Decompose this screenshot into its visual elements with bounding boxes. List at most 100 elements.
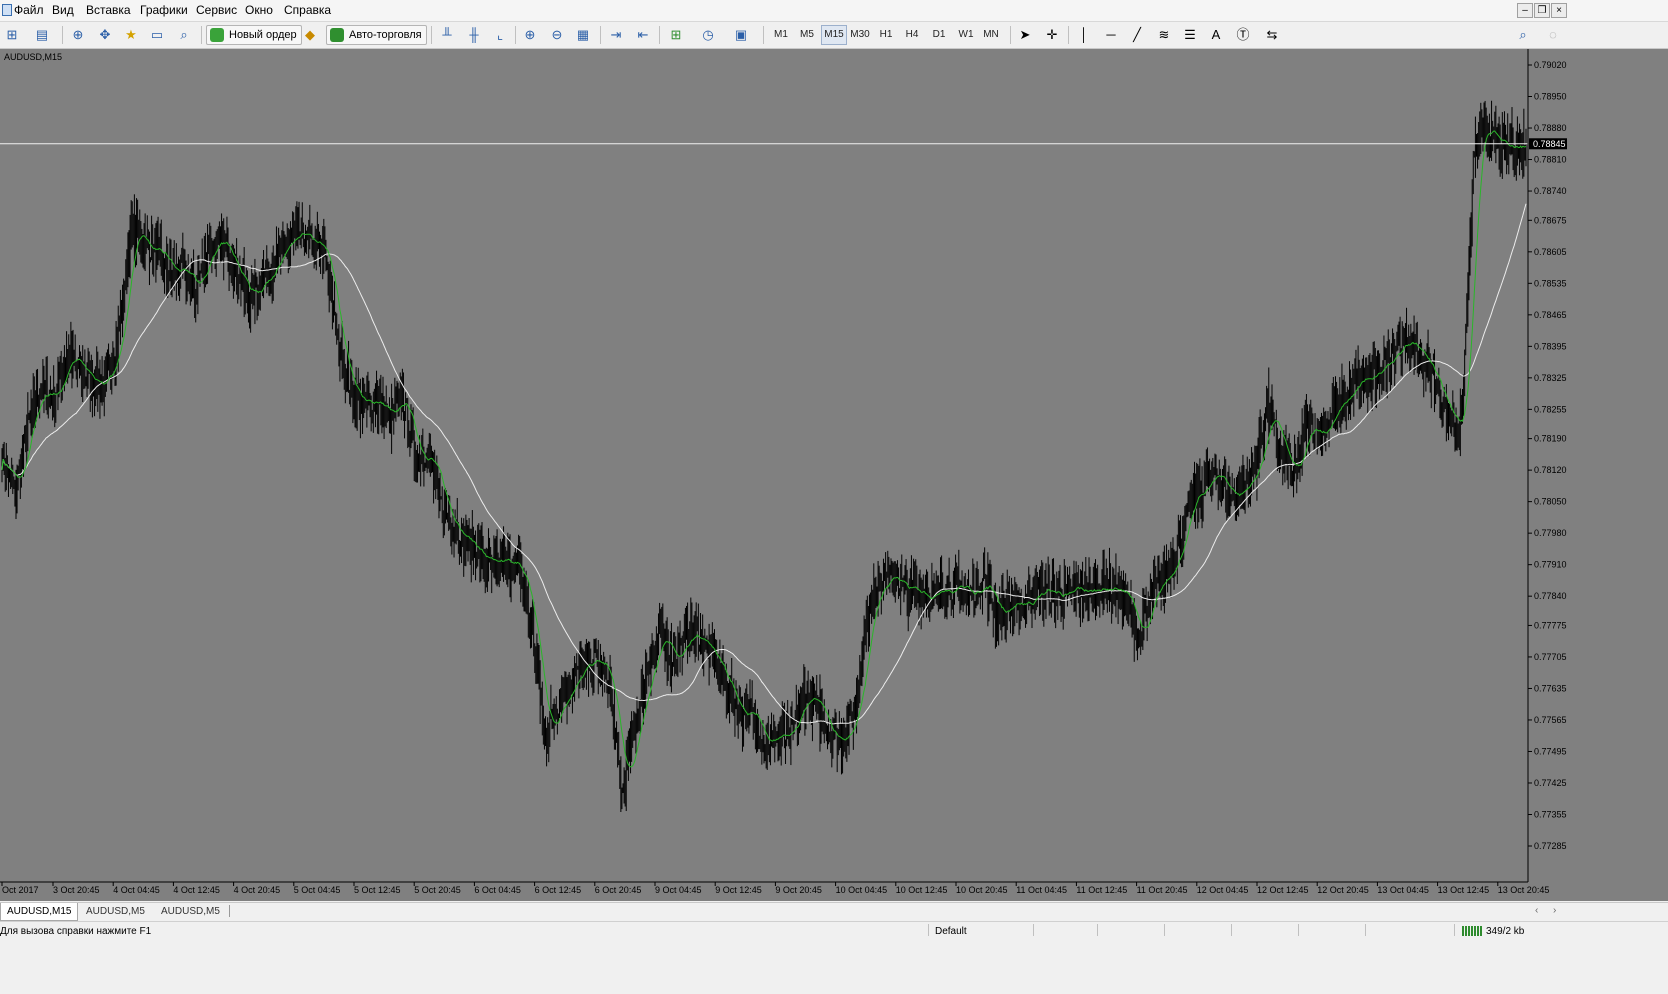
- x-tick-label: 5 Oct 20:45: [414, 885, 461, 895]
- search-icon[interactable]: ⌕: [1513, 25, 1533, 45]
- timeframe-h1[interactable]: H1: [874, 25, 898, 45]
- y-tick-label: 0.78050: [1534, 497, 1567, 507]
- terminal-icon[interactable]: ▭: [147, 25, 167, 45]
- line-chart-icon[interactable]: ⌞: [490, 25, 510, 45]
- x-tick-label: 13 Oct 12:45: [1438, 885, 1490, 895]
- tab-audusd-m5-2[interactable]: AUDUSD,M5: [155, 903, 226, 920]
- timeframe-m15[interactable]: M15: [821, 25, 847, 45]
- x-tick-label: 10 Oct 12:45: [896, 885, 948, 895]
- x-tick-label: 9 Oct 04:45: [655, 885, 702, 895]
- x-tick-label: 9 Oct 20:45: [775, 885, 822, 895]
- y-tick-label: 0.77635: [1534, 683, 1567, 693]
- y-tick-label: 0.77355: [1534, 809, 1567, 819]
- metaeditor-icon[interactable]: ◆: [300, 25, 320, 45]
- candlestick-icon[interactable]: ╫: [464, 25, 484, 45]
- app-icon: [2, 4, 12, 16]
- timeframe-m5[interactable]: M5: [795, 25, 819, 45]
- timeframe-h4[interactable]: H4: [900, 25, 924, 45]
- menu-file[interactable]: Файл: [14, 3, 44, 17]
- x-tick-label: 5 Oct 12:45: [354, 885, 401, 895]
- y-tick-label: 0.79020: [1534, 60, 1567, 70]
- minimize-button[interactable]: –: [1517, 3, 1533, 18]
- x-tick-label: Oct 2017: [2, 885, 39, 895]
- text-label-icon[interactable]: Ⓣ: [1233, 25, 1253, 45]
- toolbar: ⊞ ▤ ⊕ ✥ ★ ▭ ⌕ Новый ордер ◆ Авто-торговл…: [0, 22, 1668, 49]
- tab-audusd-m5[interactable]: AUDUSD,M5: [80, 903, 151, 920]
- periods-icon[interactable]: ◷: [698, 25, 718, 45]
- chart-window[interactable]: AUDUSD,M15 0.79020 0.78950 0.78880 0.78810 0…: [0, 49, 1668, 901]
- strategy-tester-icon[interactable]: ⌕: [174, 25, 194, 45]
- autotrading-icon: [330, 28, 344, 42]
- crosshair-icon[interactable]: ✛: [1042, 25, 1062, 45]
- bar-chart-icon[interactable]: ╨: [437, 25, 457, 45]
- menu-help[interactable]: Справка: [284, 3, 331, 17]
- x-tick-label: 12 Oct 04:45: [1197, 885, 1249, 895]
- timeframe-d1[interactable]: D1: [927, 25, 951, 45]
- indicators-icon[interactable]: ⊞: [666, 25, 686, 45]
- timeframe-w1[interactable]: W1: [954, 25, 978, 45]
- text-icon[interactable]: A: [1206, 25, 1226, 45]
- price-chart[interactable]: 0.79020 0.78950 0.78880 0.78810 0.78740 0.786…: [0, 49, 1668, 901]
- y-tick-label: 0.77980: [1534, 528, 1567, 538]
- current-price-value: 0.78845: [1533, 139, 1566, 149]
- auto-scroll-icon[interactable]: ⇥: [606, 25, 626, 45]
- y-tick-label: 0.78740: [1534, 186, 1567, 196]
- fibonacci-icon[interactable]: ☰: [1180, 25, 1200, 45]
- data-window-icon[interactable]: ✥: [95, 25, 115, 45]
- chart-tabs: AUDUSD,M15 AUDUSD,M5 AUDUSD,M5 ‹ ›: [0, 902, 1668, 921]
- autotrading-button[interactable]: Авто-торговля: [326, 25, 427, 45]
- x-tick-label: 5 Oct 04:45: [294, 885, 341, 895]
- x-tick-label: 10 Oct 04:45: [836, 885, 888, 895]
- chart-shift-icon[interactable]: ⇤: [633, 25, 653, 45]
- x-tick-label: 11 Oct 20:45: [1137, 885, 1188, 895]
- y-tick-label: 0.78810: [1534, 155, 1567, 165]
- cursor-icon[interactable]: ➤: [1015, 25, 1035, 45]
- tab-separator: [229, 905, 230, 917]
- tab-scroll-right-icon[interactable]: ›: [1553, 905, 1556, 916]
- connection-status-icon: [1462, 926, 1482, 936]
- horizontal-line-icon[interactable]: ─: [1101, 25, 1121, 45]
- menu-charts[interactable]: Графики: [140, 3, 188, 17]
- status-bar: Для вызова справки нажмите F1 Default 34…: [0, 921, 1668, 994]
- x-tick-label: 4 Oct 04:45: [113, 885, 160, 895]
- trendline-icon[interactable]: ╱: [1127, 25, 1147, 45]
- y-tick-label: 0.78255: [1534, 404, 1567, 414]
- profiles-icon[interactable]: ▤: [32, 25, 52, 45]
- templates-icon[interactable]: ▣: [731, 25, 751, 45]
- timeframe-m30[interactable]: M30: [848, 25, 872, 45]
- arrows-icon[interactable]: ⇆: [1262, 25, 1282, 45]
- menu-bar: Файл Вид Вставка Графики Сервис Окно Спр…: [0, 0, 1668, 22]
- x-tick-label: 12 Oct 12:45: [1257, 885, 1309, 895]
- menu-insert[interactable]: Вставка: [86, 3, 131, 17]
- chat-icon[interactable]: ◌: [1543, 25, 1563, 45]
- channel-icon[interactable]: ≋: [1154, 25, 1174, 45]
- y-tick-label: 0.78325: [1534, 373, 1567, 383]
- new-order-icon: [210, 28, 224, 42]
- x-tick-label: 9 Oct 12:45: [715, 885, 762, 895]
- zoom-out-icon[interactable]: ⊖: [547, 25, 567, 45]
- timeframe-m1[interactable]: M1: [769, 25, 793, 45]
- timeframe-mn[interactable]: MN: [979, 25, 1003, 45]
- x-tick-label: 13 Oct 20:45: [1498, 885, 1550, 895]
- tab-audusd-m15[interactable]: AUDUSD,M15: [0, 903, 79, 921]
- restore-button[interactable]: ❐: [1534, 3, 1550, 18]
- menu-view[interactable]: Вид: [52, 3, 74, 17]
- menu-tools[interactable]: Сервис: [196, 3, 237, 17]
- tile-windows-icon[interactable]: ▦: [573, 25, 593, 45]
- y-tick-label: 0.77910: [1534, 560, 1567, 570]
- close-button[interactable]: ×: [1551, 3, 1567, 18]
- status-help-text: Для вызова справки нажмите F1: [0, 926, 152, 937]
- tab-scroll-left-icon[interactable]: ‹: [1535, 905, 1538, 916]
- vertical-line-icon[interactable]: │: [1074, 25, 1094, 45]
- y-tick-label: 0.78465: [1534, 310, 1567, 320]
- menu-window[interactable]: Окно: [245, 3, 273, 17]
- new-order-label: Новый ордер: [229, 29, 297, 41]
- market-watch-icon[interactable]: ⊕: [68, 25, 88, 45]
- x-tick-label: 11 Oct 04:45: [1016, 885, 1067, 895]
- new-chart-icon[interactable]: ⊞: [2, 25, 22, 45]
- new-order-button[interactable]: Новый ордер: [206, 25, 302, 45]
- navigator-icon[interactable]: ★: [121, 25, 141, 45]
- x-tick-label: 4 Oct 20:45: [234, 885, 281, 895]
- y-tick-label: 0.78535: [1534, 278, 1567, 288]
- zoom-in-icon[interactable]: ⊕: [520, 25, 540, 45]
